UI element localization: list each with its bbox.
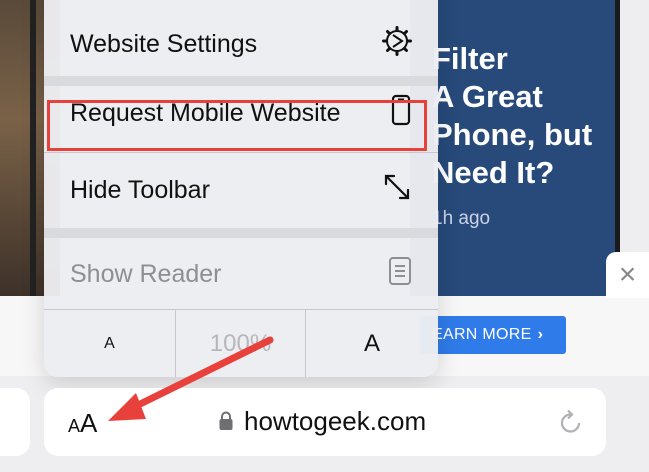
article-time: 1h ago — [432, 208, 491, 229]
highlight-box — [47, 100, 427, 151]
chevron-right-icon: › — [537, 326, 544, 343]
menu-item-label: Hide Toolbar — [70, 176, 210, 204]
previous-tab-stub[interactable] — [0, 388, 30, 456]
learn-more-label: EARN MORE — [432, 326, 532, 343]
menu-item-label: Website Settings — [70, 30, 258, 58]
menu-item-hide-toolbar[interactable]: Hide Toolbar — [44, 152, 438, 224]
menu-separator — [44, 76, 438, 86]
expand-arrows-icon — [382, 172, 412, 207]
aa-small-glyph: A — [68, 416, 81, 436]
increase-text-size-button[interactable]: A — [306, 310, 438, 377]
decrease-text-size-button[interactable]: A — [44, 310, 175, 377]
aa-large-glyph: A — [80, 408, 98, 438]
article-title[interactable]: Filter A Great Phone, but Need It? — [432, 40, 632, 192]
menu-item-show-reader[interactable]: Show Reader — [44, 236, 438, 308]
lock-icon — [218, 411, 234, 436]
image-border — [30, 0, 36, 300]
url-domain[interactable]: howtogeek.com — [244, 406, 426, 437]
close-icon: × — [618, 258, 637, 291]
reload-icon[interactable] — [558, 408, 584, 441]
menu-item-website-settings[interactable]: Website Settings — [44, 4, 438, 76]
learn-more-button[interactable]: EARN MORE › — [420, 316, 566, 354]
gear-icon — [382, 26, 412, 61]
zoom-percentage[interactable]: 100% — [175, 310, 306, 377]
page-menu: Website Settings Request Mobile Website — [44, 0, 438, 377]
zoom-controls: A 100% A — [44, 309, 438, 377]
address-bar[interactable]: AA howtogeek.com — [44, 388, 606, 456]
ad-close-button[interactable]: × — [606, 252, 649, 298]
page-settings-button[interactable]: AA — [68, 408, 97, 439]
reader-icon — [388, 256, 412, 291]
menu-item-label: Show Reader — [70, 260, 222, 288]
